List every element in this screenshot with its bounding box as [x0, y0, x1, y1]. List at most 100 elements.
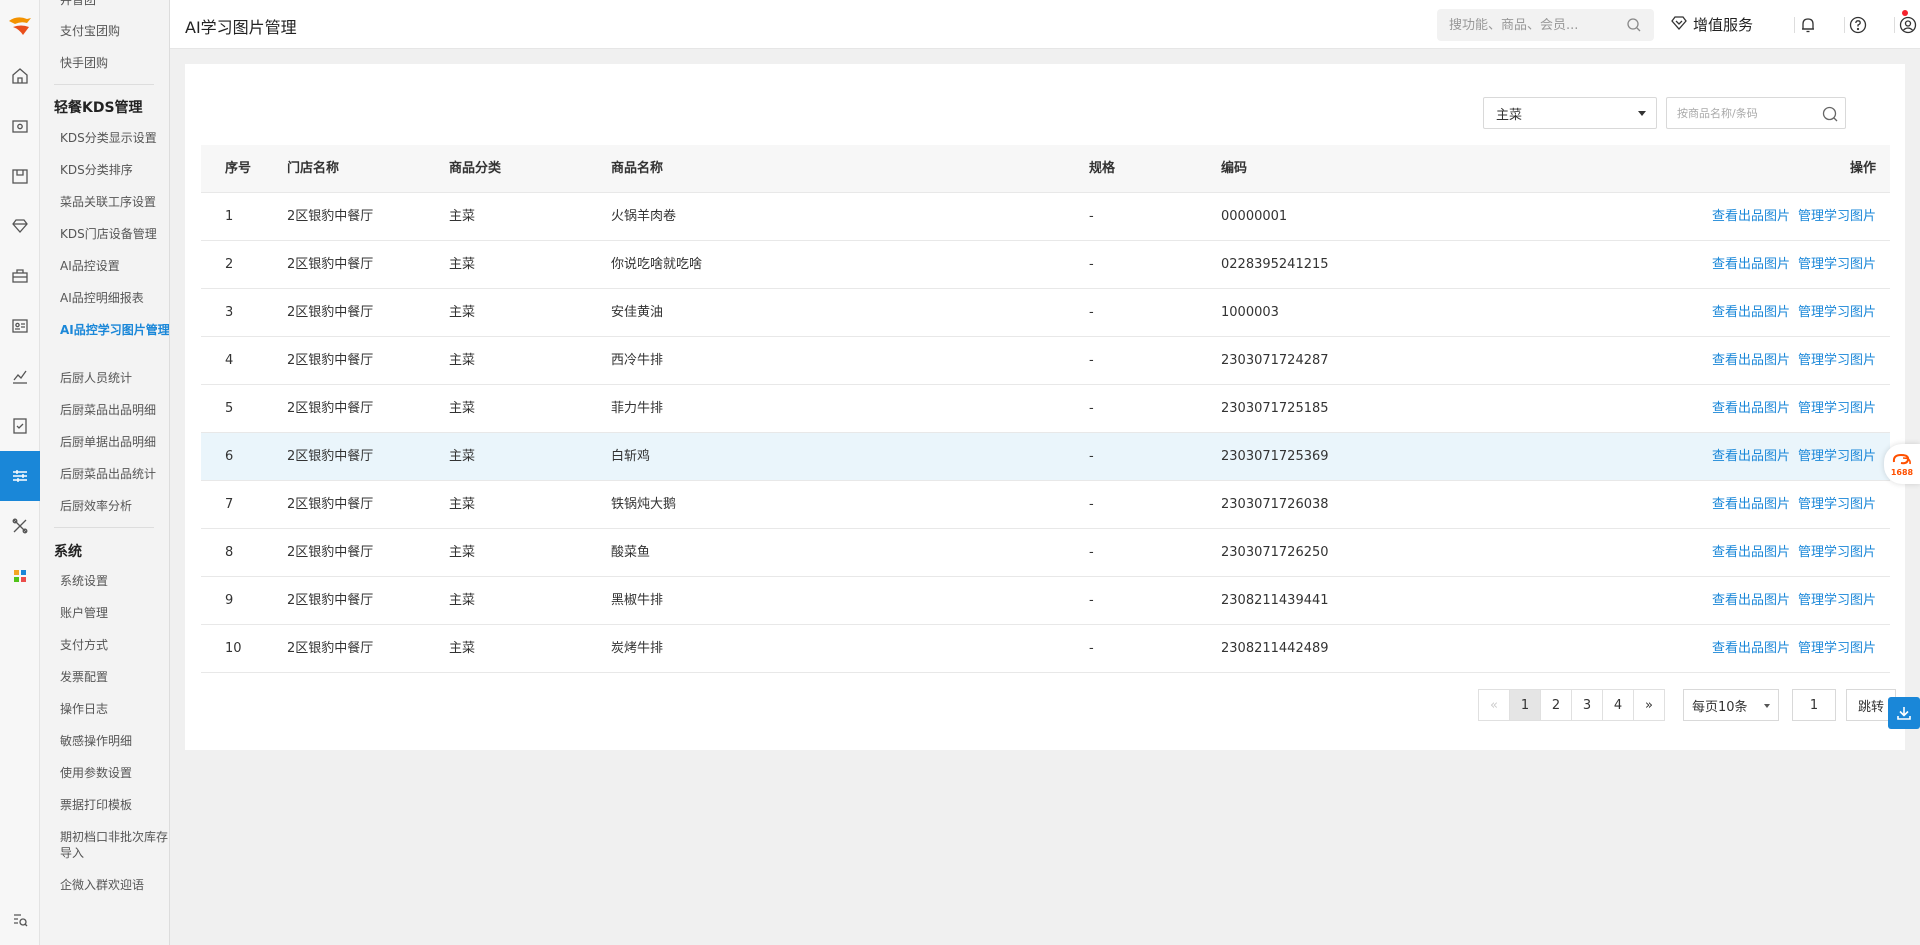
sidebar-item-stock-import[interactable]: 期初档口非批次库存导入 — [60, 829, 169, 861]
settings-sliders-icon[interactable] — [0, 451, 40, 501]
sidebar-item-wecom-welcome[interactable]: 企微入群欢迎语 — [60, 877, 169, 893]
sidebar-item-ai-learning-images[interactable]: AI品控学习图片管理 — [60, 322, 169, 338]
product-search[interactable] — [1666, 97, 1846, 129]
table-row[interactable]: 1 2区银豹中餐厅 主菜 火锅羊肉卷 - 00000001 查看出品图片 管理学习图片 — [201, 193, 1890, 241]
sidebar-item-alipay-groupbuy[interactable]: 支付宝团购 — [60, 23, 169, 39]
sidebar-item-kds-devices[interactable]: KDS门店设备管理 — [60, 226, 169, 242]
staff-card-icon[interactable] — [0, 301, 40, 351]
manage-learning-images-link[interactable]: 管理学习图片 — [1798, 353, 1876, 368]
cashier-icon[interactable] — [0, 101, 40, 151]
table-row[interactable]: 7 2区银豹中餐厅 主菜 铁锅炖大鹅 - 2303071726038 查看出品图片 管理学习图… — [201, 481, 1890, 529]
view-output-images-link[interactable]: 查看出品图片 — [1712, 545, 1790, 560]
caret-down-icon — [1638, 111, 1646, 116]
sidebar-item-kitchen-bill-detail[interactable]: 后厨单据出品明细 — [60, 434, 169, 450]
tools-icon[interactable] — [0, 501, 40, 551]
global-search[interactable] — [1437, 9, 1654, 41]
view-output-images-link[interactable]: 查看出品图片 — [1712, 257, 1790, 272]
sidebar-item-kitchen-efficiency[interactable]: 后厨效率分析 — [60, 498, 169, 514]
jump-page-input[interactable] — [1792, 689, 1836, 721]
sidebar-item-operation-log[interactable]: 操作日志 — [60, 701, 169, 717]
cell-name: 你说吃啥就吃啥 — [611, 257, 703, 272]
sidebar-item-ai-qc-report[interactable]: AI品控明细报表 — [60, 290, 169, 306]
sidebar-item-dish-process[interactable]: 菜品关联工序设置 — [60, 194, 169, 210]
sidebar-item-payment-methods[interactable]: 支付方式 — [60, 637, 169, 653]
cell-category: 主菜 — [449, 545, 476, 560]
search-icon[interactable] — [1626, 17, 1642, 37]
table-row[interactable]: 10 2区银豹中餐厅 主菜 炭烤牛排 - 2308211442489 查看出品图片 管理学习图… — [201, 625, 1890, 673]
inventory-doc-icon[interactable] — [0, 401, 40, 451]
page-4-button[interactable]: 4 — [1602, 689, 1634, 721]
page-1-button[interactable]: 1 — [1509, 689, 1541, 721]
report-chart-icon[interactable] — [0, 351, 40, 401]
next-page-button[interactable]: » — [1633, 689, 1665, 721]
sidebar-item-receipt-template[interactable]: 票据打印模板 — [60, 797, 169, 813]
manage-learning-images-link[interactable]: 管理学习图片 — [1798, 497, 1876, 512]
view-output-images-link[interactable]: 查看出品图片 — [1712, 449, 1790, 464]
help-icon[interactable] — [1847, 14, 1869, 36]
category-select[interactable]: 主菜 — [1483, 97, 1657, 129]
sidebar-item-kds-category-display[interactable]: KDS分类显示设置 — [60, 130, 169, 146]
cell-spec: - — [1089, 305, 1094, 320]
cell-actions: 查看出品图片 管理学习图片 — [1704, 577, 1876, 625]
view-output-images-link[interactable]: 查看出品图片 — [1712, 305, 1790, 320]
manage-learning-images-link[interactable]: 管理学习图片 — [1798, 545, 1876, 560]
table-row[interactable]: 5 2区银豹中餐厅 主菜 菲力牛排 - 2303071725185 查看出品图片 管理学习图片 — [201, 385, 1890, 433]
manage-learning-images-link[interactable]: 管理学习图片 — [1798, 593, 1876, 608]
table-row[interactable]: 6 2区银豹中餐厅 主菜 白斩鸡 - 2303071725369 查看出品图片 管理学习图片 — [201, 433, 1890, 481]
bell-icon[interactable] — [1797, 14, 1819, 36]
cell-name: 菲力牛排 — [611, 401, 664, 416]
download-button[interactable] — [1888, 697, 1920, 729]
sidebar-item-sensitive-ops[interactable]: 敏感操作明细 — [60, 733, 169, 749]
page-3-button[interactable]: 3 — [1571, 689, 1603, 721]
sidebar-item-system-settings[interactable]: 系统设置 — [60, 573, 169, 589]
page-size-select[interactable]: 每页10条 — [1683, 689, 1779, 721]
table-row[interactable]: 4 2区银豹中餐厅 主菜 西冷牛排 - 2303071724287 查看出品图片 管理学习图片 — [201, 337, 1890, 385]
product-icon[interactable] — [0, 151, 40, 201]
manage-learning-images-link[interactable]: 管理学习图片 — [1798, 641, 1876, 656]
manage-learning-images-link[interactable]: 管理学习图片 — [1798, 209, 1876, 224]
marketing-icon[interactable] — [0, 251, 40, 301]
sidebar-item-invoice-config[interactable]: 发票配置 — [60, 669, 169, 685]
sidebar-item-kitchen-dish-stats[interactable]: 后厨菜品出品统计 — [60, 466, 169, 482]
col-name: 商品名称 — [611, 161, 664, 176]
sidebar-item-ai-qc-settings[interactable]: AI品控设置 — [60, 258, 169, 274]
brand-logo-icon[interactable] — [0, 8, 40, 44]
value-added-service-button[interactable]: 增值服务 — [1670, 14, 1753, 35]
table-row[interactable]: 3 2区银豹中餐厅 主菜 安佳黄油 - 1000003 查看出品图片 管理学习图片 — [201, 289, 1890, 337]
sidebar-item-usage-params[interactable]: 使用参数设置 — [60, 765, 169, 781]
manage-learning-images-link[interactable]: 管理学习图片 — [1798, 305, 1876, 320]
prev-page-button[interactable]: « — [1478, 689, 1510, 721]
home-icon[interactable] — [0, 51, 40, 101]
view-output-images-link[interactable]: 查看出品图片 — [1712, 593, 1790, 608]
manage-learning-images-link[interactable]: 管理学习图片 — [1798, 449, 1876, 464]
view-output-images-link[interactable]: 查看出品图片 — [1712, 353, 1790, 368]
menu-search-icon[interactable] — [0, 900, 40, 940]
sidebar-item-kds-category-sort[interactable]: KDS分类排序 — [60, 162, 169, 178]
user-avatar-icon[interactable] — [1897, 14, 1919, 36]
cell-no: 10 — [225, 641, 242, 656]
member-diamond-icon[interactable] — [0, 201, 40, 251]
table-row[interactable]: 2 2区银豹中餐厅 主菜 你说吃啥就吃啥 - 0228395241215 查看出品图片 管理学… — [201, 241, 1890, 289]
sidebar-item-kitchen-staff-stats[interactable]: 后厨人员统计 — [60, 370, 169, 386]
sidebar-item-account-management[interactable]: 账户管理 — [60, 605, 169, 621]
view-output-images-link[interactable]: 查看出品图片 — [1712, 209, 1790, 224]
sidebar-item-kuaishou-groupbuy[interactable]: 快手团购 — [60, 55, 169, 71]
cell-code: 2308211442489 — [1221, 641, 1329, 656]
view-output-images-link[interactable]: 查看出品图片 — [1712, 401, 1790, 416]
view-output-images-link[interactable]: 查看出品图片 — [1712, 497, 1790, 512]
table-row[interactable]: 9 2区银豹中餐厅 主菜 黑椒牛排 - 2308211439441 查看出品图片 管理学习图片 — [201, 577, 1890, 625]
page-2-button[interactable]: 2 — [1540, 689, 1572, 721]
manage-learning-images-link[interactable]: 管理学习图片 — [1798, 401, 1876, 416]
cell-name: 白斩鸡 — [611, 449, 651, 464]
apps-grid-icon[interactable] — [0, 551, 40, 601]
search-icon[interactable] — [1821, 105, 1839, 127]
table-row[interactable]: 8 2区银豹中餐厅 主菜 酸菜鱼 - 2303071726250 查看出品图片 管理学习图片 — [201, 529, 1890, 577]
global-search-input[interactable] — [1449, 17, 1624, 33]
product-search-input[interactable] — [1677, 106, 1817, 120]
view-output-images-link[interactable]: 查看出品图片 — [1712, 641, 1790, 656]
sidebar-item-kitchen-dish-detail[interactable]: 后厨菜品出品明细 — [60, 402, 169, 418]
products-table: 序号 门店名称 商品分类 商品名称 规格 编码 操作 1 2区银豹中餐厅 主菜 火锅羊… — [201, 145, 1890, 673]
float-1688-widget[interactable]: 1688 — [1884, 444, 1920, 484]
manage-learning-images-link[interactable]: 管理学习图片 — [1798, 257, 1876, 272]
sidebar-item-top-0[interactable]: 井普团 — [60, 0, 169, 8]
